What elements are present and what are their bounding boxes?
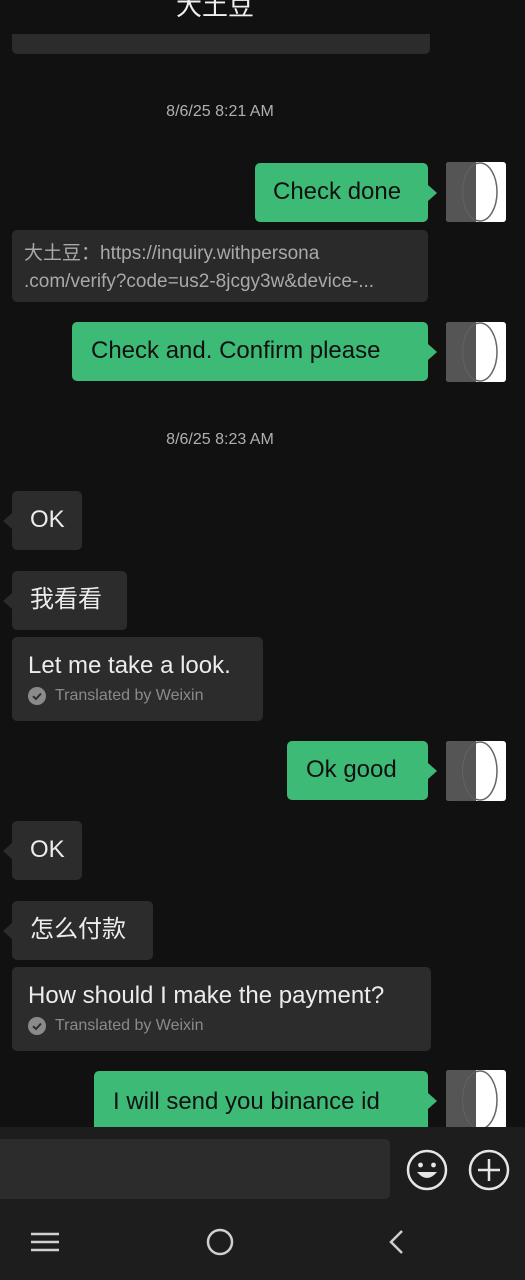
- quoted-message[interactable]: 大土豆：https://inquiry.withpersona .com/ver…: [12, 230, 428, 302]
- avatar-icon: [446, 162, 506, 222]
- message-bubble-outgoing[interactable]: Check done: [255, 163, 437, 222]
- message-bubble-outgoing[interactable]: I will send you binance id: [94, 1071, 437, 1127]
- message-bubble-partial[interactable]: [12, 34, 430, 54]
- chat-title: 大土豆: [175, 0, 254, 20]
- translation-bubble[interactable]: How should I make the payment? Translate…: [12, 967, 431, 1051]
- home-icon[interactable]: [203, 1227, 237, 1257]
- timestamp: 8/6/25 8:21 AM: [166, 103, 274, 120]
- more-dots-icon[interactable]: [463, 0, 495, 6]
- message-text: Ok good: [306, 756, 397, 783]
- message-bubble-incoming[interactable]: OK: [3, 821, 82, 880]
- message-text: OK: [30, 836, 65, 863]
- quote-line: .com/verify?code=us2-8jcgy3w&device-...: [24, 271, 375, 292]
- message-text: 怎么付款: [30, 916, 126, 943]
- timestamp: 8/6/25 8:23 AM: [166, 431, 274, 448]
- message-bubble-outgoing[interactable]: Ok good: [287, 741, 437, 800]
- message-input[interactable]: [0, 1139, 390, 1199]
- message-bubble-incoming[interactable]: 我看看: [3, 571, 127, 630]
- back-icon[interactable]: [380, 1227, 414, 1257]
- message-text: I will send you binance id: [113, 1088, 380, 1115]
- input-bar: [0, 1127, 525, 1205]
- translation-text: Let me take a look.: [28, 652, 231, 679]
- message-bubble-incoming[interactable]: OK: [3, 491, 82, 550]
- recent-apps-icon[interactable]: [28, 1227, 62, 1257]
- message-text: Check and. Confirm please: [91, 337, 381, 364]
- avatar-icon: [446, 322, 506, 382]
- avatar[interactable]: [446, 741, 506, 801]
- avatar[interactable]: [446, 1070, 506, 1127]
- plus-circle-icon[interactable]: [468, 1149, 510, 1191]
- translation-note: Translated by Weixin: [28, 1017, 415, 1035]
- message-bubble-incoming[interactable]: 怎么付款: [3, 901, 153, 960]
- avatar[interactable]: [446, 162, 506, 222]
- quote-line: 大土豆：https://inquiry.withpersona: [24, 243, 320, 264]
- message-text: 我看看: [30, 586, 102, 613]
- chat-area: 8/6/25 8:21 AM Check done 大土豆：https://in…: [0, 0, 525, 1127]
- avatar-icon: [446, 1070, 506, 1127]
- avatar[interactable]: [446, 322, 506, 382]
- chat-header: 大土豆: [0, 0, 525, 20]
- translation-bubble[interactable]: Let me take a look. Translated by Weixin: [12, 637, 263, 721]
- check-circle-icon: [28, 687, 46, 705]
- system-nav-bar: [0, 1205, 525, 1280]
- translation-credit: Translated by Weixin: [55, 1017, 204, 1034]
- message-text: Check done: [273, 178, 402, 205]
- message-text: OK: [30, 506, 65, 533]
- translation-text: How should I make the payment?: [28, 982, 385, 1009]
- emoji-icon[interactable]: [406, 1149, 448, 1191]
- translation-credit: Translated by Weixin: [55, 687, 204, 704]
- avatar-icon: [446, 741, 506, 801]
- check-circle-icon: [28, 1017, 46, 1035]
- message-bubble-outgoing[interactable]: Check and. Confirm please: [72, 322, 437, 381]
- translation-note: Translated by Weixin: [28, 687, 247, 705]
